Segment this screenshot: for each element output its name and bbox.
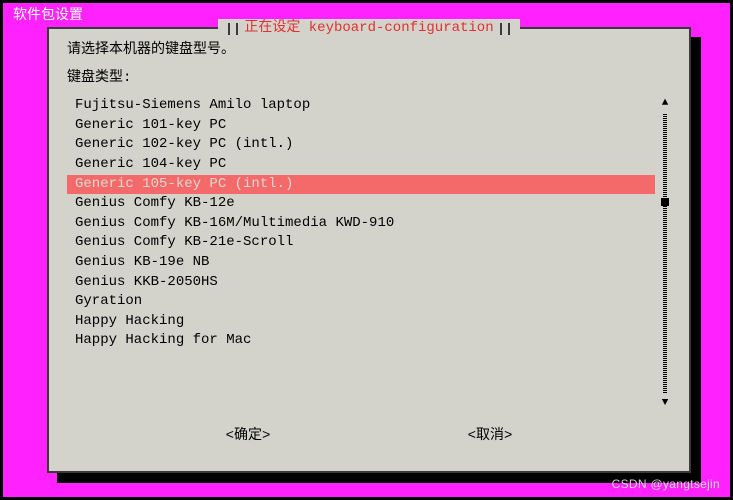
watermark: CSDN @yangtsejin bbox=[612, 476, 720, 493]
list-item[interactable]: Happy Hacking for Mac bbox=[67, 331, 655, 351]
list-item[interactable]: Gyration bbox=[67, 292, 655, 312]
list-item[interactable]: Fujitsu-Siemens Amilo laptop bbox=[67, 96, 655, 116]
scroll-track[interactable] bbox=[663, 114, 667, 394]
scrollbar[interactable]: ▲ ▼ bbox=[659, 96, 671, 411]
list-item[interactable]: Genius KKB-2050HS bbox=[67, 273, 655, 293]
keyboard-type-list[interactable]: Fujitsu-Siemens Amilo laptopGeneric 101-… bbox=[67, 96, 655, 411]
list-label: 键盘类型: bbox=[67, 69, 671, 89]
list-item[interactable]: Generic 104-key PC bbox=[67, 155, 655, 175]
dialog-title: 正在设定 keyboard-configuration bbox=[218, 19, 519, 39]
scroll-thumb[interactable] bbox=[661, 198, 669, 206]
dialog-prompt: 请选择本机器的键盘型号。 bbox=[67, 41, 671, 61]
list-item[interactable]: Genius KB-19e NB bbox=[67, 253, 655, 273]
dialog: 正在设定 keyboard-configuration 请选择本机器的键盘型号。… bbox=[47, 27, 691, 473]
list-item[interactable]: Genius Comfy KB-16M/Multimedia KWD-910 bbox=[67, 214, 655, 234]
cancel-button[interactable]: <取消> bbox=[468, 427, 513, 447]
scroll-down-icon[interactable]: ▼ bbox=[662, 396, 669, 411]
list-item[interactable]: Happy Hacking bbox=[67, 312, 655, 332]
scroll-up-icon[interactable]: ▲ bbox=[662, 96, 669, 111]
list-item[interactable]: Genius Comfy KB-21e-Scroll bbox=[67, 233, 655, 253]
list-item[interactable]: Generic 102-key PC (intl.) bbox=[67, 135, 655, 155]
ok-button[interactable]: <确定> bbox=[226, 427, 271, 447]
list-item[interactable]: Generic 105-key PC (intl.) bbox=[67, 175, 655, 195]
list-item[interactable]: Genius Comfy KB-12e bbox=[67, 194, 655, 214]
list-item[interactable]: Generic 101-key PC bbox=[67, 116, 655, 136]
